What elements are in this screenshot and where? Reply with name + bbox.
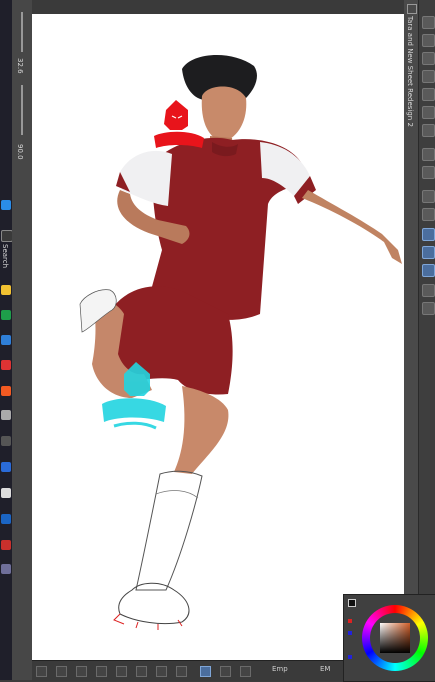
panel-toggle-icon[interactable] bbox=[407, 4, 417, 14]
canvas-area[interactable] bbox=[32, 0, 404, 660]
blend-tool-icon[interactable] bbox=[422, 302, 435, 315]
start-icon[interactable] bbox=[1, 200, 11, 210]
mask-icon[interactable] bbox=[422, 88, 435, 101]
main-color-swatch[interactable] bbox=[348, 599, 356, 607]
navigator-icon[interactable] bbox=[422, 16, 435, 29]
watermark-red bbox=[154, 100, 204, 148]
layer-thumb-icon[interactable] bbox=[176, 666, 187, 677]
windows-taskbar: Search bbox=[0, 0, 13, 680]
layer-thumb-icon[interactable] bbox=[76, 666, 87, 677]
zoom-slider[interactable] bbox=[21, 12, 23, 52]
clip-studio-icon[interactable] bbox=[1, 488, 11, 498]
layer-thumb-icon[interactable] bbox=[220, 666, 231, 677]
pencil-tool-icon[interactable] bbox=[422, 264, 435, 277]
settings-icon[interactable] bbox=[1, 436, 11, 446]
selected-layer-thumb-icon[interactable] bbox=[200, 666, 211, 677]
new-layer-icon[interactable] bbox=[422, 34, 435, 47]
fill-bucket-icon[interactable] bbox=[422, 148, 435, 161]
merge-icon[interactable] bbox=[422, 106, 435, 119]
zoom-value: 32.6 bbox=[16, 58, 24, 74]
layer-thumb-icon[interactable] bbox=[156, 666, 167, 677]
chrome-icon[interactable] bbox=[1, 360, 11, 370]
drawing-canvas[interactable] bbox=[32, 14, 404, 660]
artwork-footballer bbox=[79, 55, 402, 630]
bottom-label-2: EM bbox=[320, 665, 331, 673]
navigator-slider-strip: 32.6 90.0 bbox=[12, 0, 33, 680]
taskbar-search-label[interactable]: Search bbox=[1, 244, 9, 268]
copy-layer-icon[interactable] bbox=[422, 70, 435, 83]
notepad-icon[interactable] bbox=[1, 410, 11, 420]
delete-layer-icon[interactable] bbox=[422, 124, 435, 137]
app-icon[interactable] bbox=[1, 540, 11, 550]
eraser-icon[interactable] bbox=[422, 284, 435, 297]
ruler-icon[interactable] bbox=[422, 208, 435, 221]
layer-thumb-icon[interactable] bbox=[136, 666, 147, 677]
document-tab-strip: Tara and New Sheet Redesign 2 bbox=[404, 0, 418, 680]
swatch-red[interactable] bbox=[348, 619, 352, 623]
color-wheel-panel bbox=[343, 594, 435, 682]
layer-thumb-icon[interactable] bbox=[36, 666, 47, 677]
telegram-icon[interactable] bbox=[1, 462, 11, 472]
layer-folder-icon[interactable] bbox=[422, 52, 435, 65]
transform-icon[interactable] bbox=[422, 190, 435, 203]
layer-thumb-icon[interactable] bbox=[56, 666, 67, 677]
document-tab-title[interactable]: Tara and New Sheet Redesign 2 bbox=[406, 16, 414, 127]
pen-tool-icon[interactable] bbox=[422, 228, 435, 241]
rotate-value: 90.0 bbox=[16, 144, 24, 160]
layer-thumb-icon[interactable] bbox=[116, 666, 127, 677]
brush-tool-icon[interactable] bbox=[422, 246, 435, 259]
layer-thumb-icon[interactable] bbox=[240, 666, 251, 677]
swatch-blue-2[interactable] bbox=[348, 655, 352, 659]
rotate-slider[interactable] bbox=[21, 85, 23, 135]
selection-icon[interactable] bbox=[422, 166, 435, 179]
bottom-label-1: Emp bbox=[272, 665, 288, 673]
swatch-blue[interactable] bbox=[348, 631, 352, 635]
word-icon[interactable] bbox=[1, 514, 11, 524]
edge-icon[interactable] bbox=[1, 335, 11, 345]
xbox-icon[interactable] bbox=[1, 310, 11, 320]
file-explorer-icon[interactable] bbox=[1, 285, 11, 295]
layer-thumb-icon[interactable] bbox=[96, 666, 107, 677]
tool-palette bbox=[418, 0, 435, 680]
saturation-value-square[interactable] bbox=[380, 623, 410, 653]
app-icon-2[interactable] bbox=[1, 564, 11, 574]
office-icon[interactable] bbox=[1, 386, 11, 396]
